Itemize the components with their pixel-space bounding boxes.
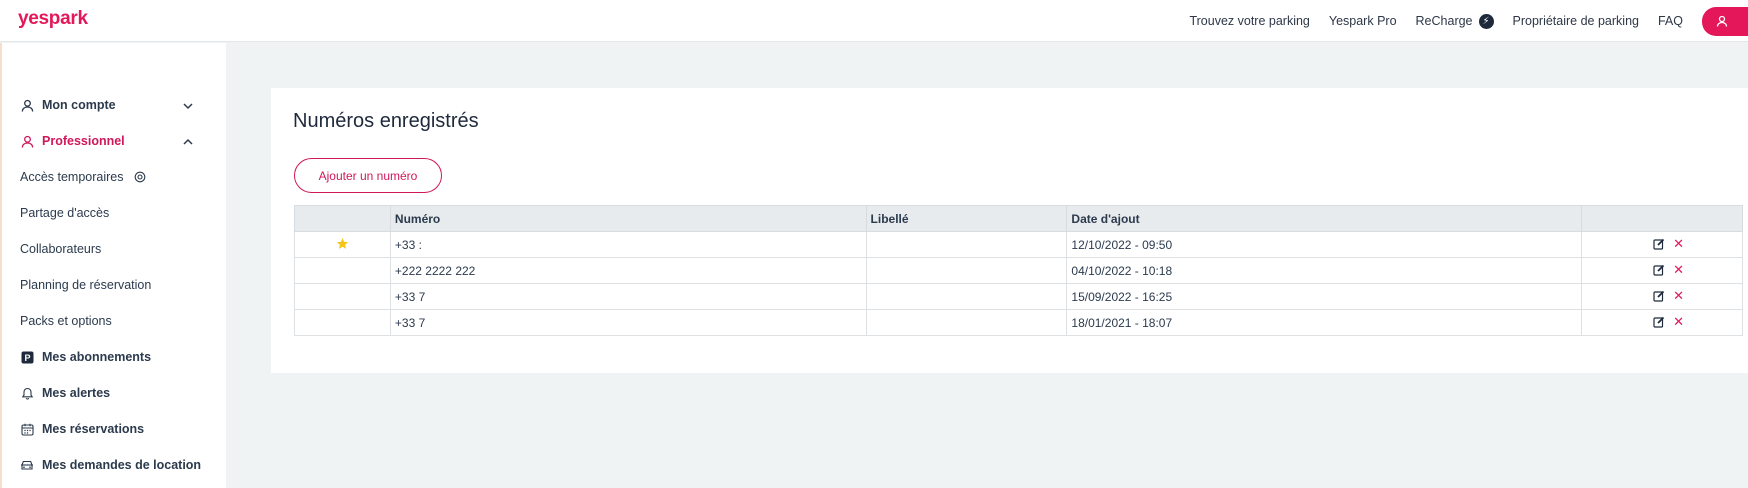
- user-icon: [20, 98, 34, 112]
- chevron-up-icon[interactable]: [181, 135, 195, 149]
- col-header-date[interactable]: Date d'ajout: [1066, 205, 1583, 232]
- delete-icon[interactable]: ✕: [1673, 236, 1684, 252]
- sidebar-item-packs-options[interactable]: Packs et options: [20, 314, 112, 328]
- sidebar-item-label: Mes réservations: [42, 422, 145, 436]
- favorite-cell: [294, 283, 391, 310]
- edit-icon[interactable]: [1653, 290, 1665, 302]
- calendar-icon: [20, 422, 34, 436]
- nav-find-parking[interactable]: Trouvez votre parking: [1189, 14, 1309, 28]
- numero-cell: +33 :: [389, 231, 867, 258]
- delete-icon[interactable]: ✕: [1673, 262, 1684, 278]
- libelle-cell: [865, 283, 1068, 310]
- col-header-numero[interactable]: Numéro: [389, 205, 867, 232]
- top-header: yespark Trouvez votre parking Yespark Pr…: [0, 0, 1748, 42]
- sidebar-item-alertes[interactable]: Mes alertes: [20, 386, 110, 400]
- main-card: Numéros enregistrés Ajouter un numéro Nu…: [271, 88, 1748, 373]
- libelle-cell: [865, 257, 1068, 284]
- chevron-down-icon[interactable]: [181, 99, 195, 113]
- sidebar-item-label: Planning de réservation: [20, 278, 152, 292]
- sidebar-item-planning[interactable]: Planning de réservation: [20, 278, 151, 292]
- nav-faq[interactable]: FAQ: [1658, 14, 1683, 28]
- table-row: +33 7 15/09/2022 - 16:25 ✕: [294, 283, 1743, 310]
- account-button[interactable]: [1702, 6, 1748, 36]
- sidebar-item-partage-acces[interactable]: Partage d'accès: [20, 206, 109, 220]
- nav-recharge-label: ReCharge: [1415, 14, 1473, 28]
- sidebar-item-label: Mes abonnements: [42, 350, 152, 364]
- libelle-cell: [865, 231, 1068, 258]
- date-cell: 12/10/2022 - 09:50: [1066, 231, 1583, 258]
- col-header-actions: [1581, 205, 1743, 232]
- sidebar-item-collaborateurs[interactable]: Collaborateurs: [20, 242, 101, 256]
- page-title: Numéros enregistrés: [293, 110, 479, 132]
- numero-cell: +33 7: [389, 309, 867, 336]
- bell-icon: [20, 386, 34, 400]
- actions-cell: ✕: [1581, 309, 1743, 336]
- table-row: +33 : 12/10/2022 - 09:50 ✕: [294, 231, 1743, 258]
- delete-icon[interactable]: ✕: [1673, 314, 1684, 330]
- numero-cell: +222 2222 222: [389, 257, 867, 284]
- table-row: +222 2222 222 04/10/2022 - 10:18 ✕: [294, 257, 1743, 284]
- favorite-cell: [294, 257, 391, 284]
- col-header-libelle[interactable]: Libellé: [865, 205, 1068, 232]
- target-icon: [134, 171, 145, 183]
- favorite-cell: [294, 309, 391, 336]
- user-icon: [20, 134, 34, 148]
- sidebar-item-label: Mon compte: [42, 98, 116, 112]
- favorite-cell: [294, 231, 391, 258]
- lightning-icon: ⚡: [1478, 13, 1494, 29]
- sidebar-item-abonnements[interactable]: P Mes abonnements: [20, 350, 151, 364]
- actions-cell: ✕: [1581, 257, 1743, 284]
- sidebar-item-reservations[interactable]: Mes réservations: [20, 422, 144, 436]
- add-number-button[interactable]: Ajouter un numéro: [294, 158, 442, 193]
- sidebar-item-demandes-location[interactable]: Mes demandes de location: [20, 458, 201, 472]
- main-nav: Trouvez votre parking Yespark Pro ReChar…: [1189, 0, 1748, 42]
- sidebar-item-label: Collaborateurs: [20, 242, 102, 256]
- date-cell: 04/10/2022 - 10:18: [1066, 257, 1583, 284]
- sidebar-item-label: Packs et options: [20, 314, 112, 328]
- actions-cell: ✕: [1581, 283, 1743, 310]
- delete-icon[interactable]: ✕: [1673, 288, 1684, 304]
- table-header-row: Numéro Libellé Date d'ajout: [294, 205, 1743, 232]
- actions-cell: ✕: [1581, 231, 1743, 258]
- parking-icon: P: [20, 350, 34, 364]
- user-icon: [1716, 15, 1728, 27]
- numbers-table: Numéro Libellé Date d'ajout +33 : 12/10/…: [294, 205, 1743, 336]
- col-header-favorite: [294, 205, 391, 232]
- date-cell: 18/01/2021 - 18:07: [1066, 309, 1583, 336]
- table-row: +33 7 18/01/2021 - 18:07 ✕: [294, 309, 1743, 336]
- car-icon: [20, 458, 34, 472]
- edit-icon[interactable]: [1653, 238, 1665, 250]
- nav-yespark-pro[interactable]: Yespark Pro: [1329, 14, 1397, 28]
- date-cell: 15/09/2022 - 16:25: [1066, 283, 1583, 310]
- svg-text:P: P: [24, 353, 30, 363]
- nav-recharge[interactable]: ReCharge ⚡: [1415, 13, 1494, 29]
- sidebar-item-label: Mes demandes de location: [42, 458, 202, 472]
- edit-icon[interactable]: [1653, 316, 1665, 328]
- yespark-logo[interactable]: yespark: [18, 8, 88, 30]
- sidebar-item-label: Partage d'accès: [20, 206, 110, 220]
- sidebar-item-label: Professionnel: [42, 134, 125, 148]
- sidebar-item-label: Mes alertes: [42, 386, 111, 400]
- sidebar-item-mon-compte[interactable]: Mon compte: [20, 98, 116, 112]
- sidebar-item-label: Accès temporaires: [20, 170, 124, 184]
- sidebar-item-professionnel[interactable]: Professionnel: [20, 134, 125, 148]
- edit-icon[interactable]: [1653, 264, 1665, 276]
- nav-owner[interactable]: Propriétaire de parking: [1513, 14, 1639, 28]
- libelle-cell: [865, 309, 1068, 336]
- numero-cell: +33 7: [389, 283, 867, 310]
- star-icon[interactable]: [336, 237, 349, 250]
- sidebar: Mon compte Professionnel Accès temporair…: [0, 43, 226, 488]
- sidebar-item-acces-temporaires[interactable]: Accès temporaires: [20, 170, 146, 184]
